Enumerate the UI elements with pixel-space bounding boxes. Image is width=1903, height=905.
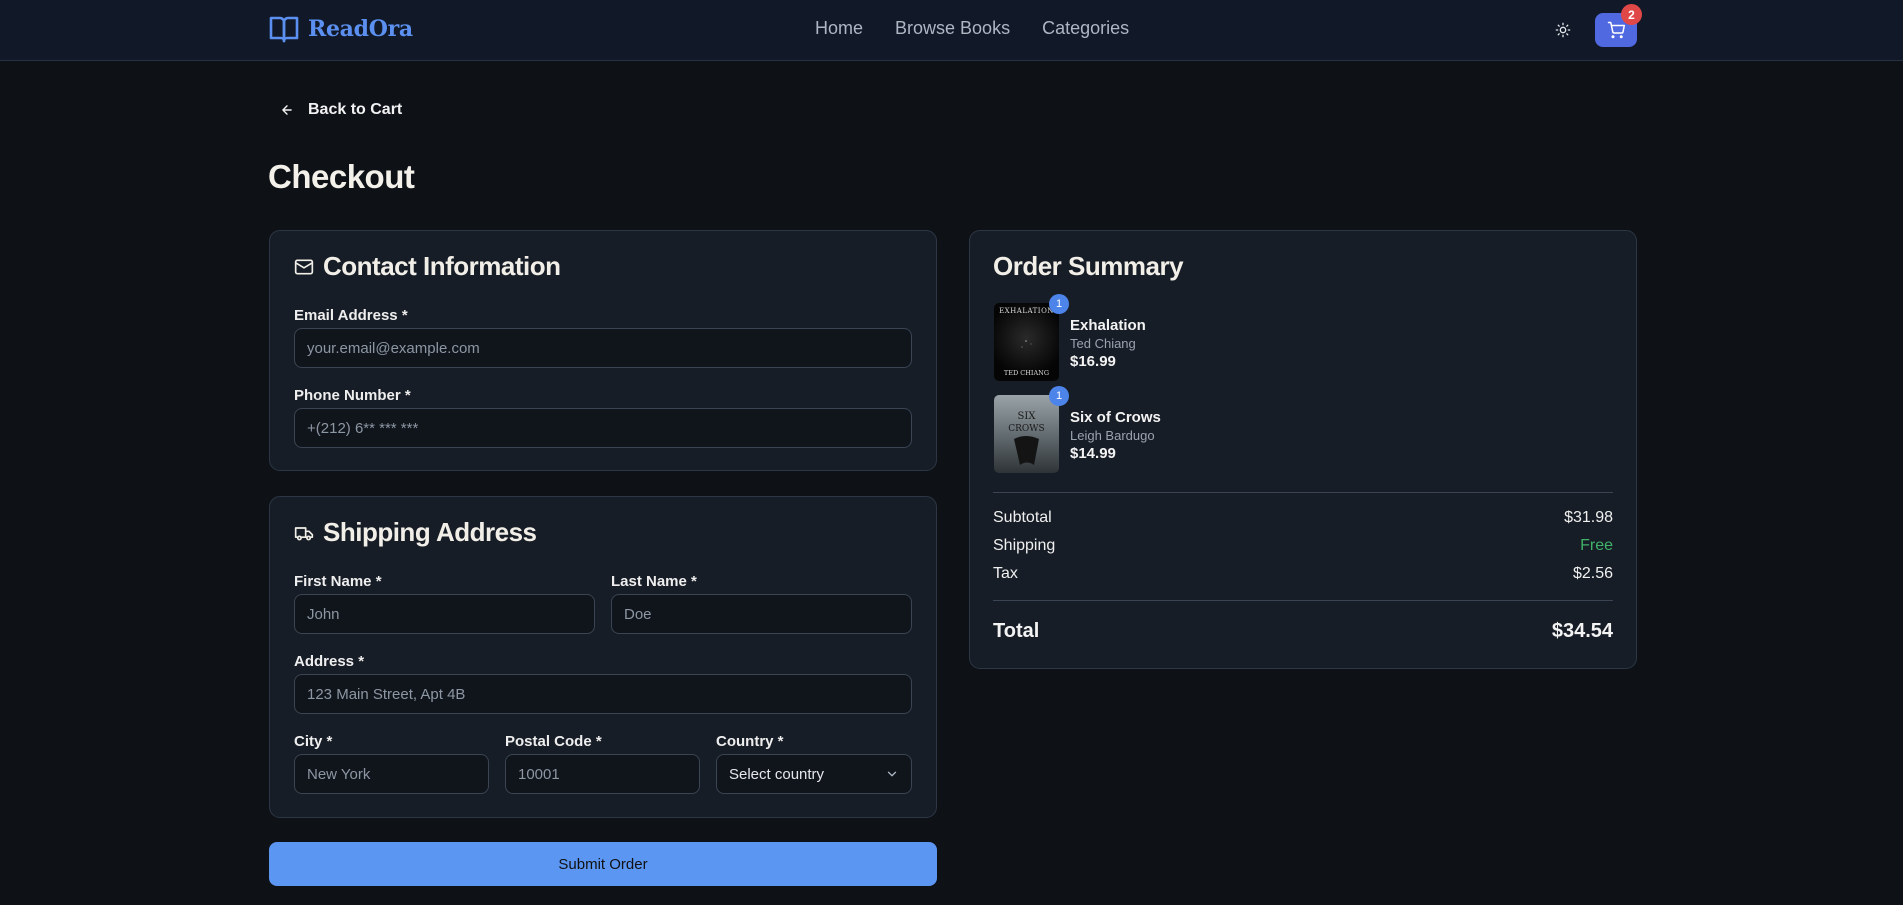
book-cover-six-of-crows: SIX CROWS bbox=[994, 395, 1059, 473]
nav-home[interactable]: Home bbox=[815, 18, 863, 39]
item-quantity-badge: 1 bbox=[1049, 386, 1069, 406]
first-name-label: First Name * bbox=[294, 573, 382, 590]
shipping-address-title: Shipping Address bbox=[323, 517, 537, 547]
tax-label: Tax bbox=[993, 565, 1018, 582]
svg-text:SIX: SIX bbox=[1018, 411, 1037, 422]
shipping-address-heading: Shipping Address bbox=[294, 517, 537, 548]
order-summary-card: Order Summary EXHALATION TED CHIANG 1 Ex… bbox=[969, 230, 1637, 669]
email-field[interactable]: your.email@example.com bbox=[294, 328, 912, 368]
brand-name: ReadOra bbox=[308, 16, 413, 42]
country-label: Country * bbox=[716, 733, 784, 750]
city-field[interactable]: New York bbox=[294, 754, 489, 794]
last-name-field[interactable]: Doe bbox=[611, 594, 912, 634]
summary-divider bbox=[993, 492, 1613, 493]
svg-text:CROWS: CROWS bbox=[1008, 424, 1044, 434]
item-author: Leigh Bardugo bbox=[1070, 428, 1155, 443]
subtotal-value: $31.98 bbox=[1564, 509, 1613, 526]
item-quantity-badge: 1 bbox=[1049, 294, 1069, 314]
subtotal-label: Subtotal bbox=[993, 509, 1052, 526]
contact-information-title: Contact Information bbox=[323, 251, 561, 281]
arrow-left-icon bbox=[282, 105, 292, 115]
contact-information-card: Contact Information Email Address * your… bbox=[269, 230, 937, 471]
page-title: Checkout bbox=[268, 158, 415, 195]
back-to-cart-link[interactable]: Back to Cart bbox=[280, 101, 402, 119]
item-price: $16.99 bbox=[1070, 353, 1116, 370]
back-to-cart-label: Back to Cart bbox=[308, 101, 403, 118]
truck-icon bbox=[294, 526, 314, 540]
phone-label: Phone Number * bbox=[294, 387, 411, 404]
sun-icon bbox=[1555, 22, 1571, 38]
item-price: $14.99 bbox=[1070, 445, 1116, 462]
country-select[interactable]: Select country bbox=[716, 754, 912, 794]
total-label: Total bbox=[993, 620, 1040, 642]
nav-categories[interactable]: Categories bbox=[1042, 18, 1129, 39]
total-value: $34.54 bbox=[1551, 620, 1613, 642]
item-author: Ted Chiang bbox=[1070, 336, 1136, 351]
main-nav: Home Browse Books Categories bbox=[815, 18, 1129, 39]
mail-icon bbox=[294, 259, 314, 274]
svg-text:TED CHIANG: TED CHIANG bbox=[1004, 369, 1049, 377]
cart-icon bbox=[1607, 21, 1625, 39]
book-cover-exhalation: EXHALATION TED CHIANG bbox=[994, 303, 1059, 381]
phone-field[interactable]: +(212) 6** *** *** bbox=[294, 408, 912, 448]
order-summary-title: Order Summary bbox=[993, 251, 1184, 281]
country-select-value: Select country bbox=[729, 765, 825, 783]
shipping-value: Free bbox=[1580, 537, 1613, 554]
summary-divider bbox=[993, 600, 1613, 601]
contact-information-heading: Contact Information bbox=[294, 251, 561, 282]
nav-browse-books[interactable]: Browse Books bbox=[895, 18, 1010, 39]
last-name-label: Last Name * bbox=[611, 573, 697, 590]
chevron-down-icon bbox=[887, 771, 897, 777]
first-name-field[interactable]: John bbox=[294, 594, 595, 634]
postal-code-field[interactable]: 10001 bbox=[505, 754, 700, 794]
postal-code-label: Postal Code * bbox=[505, 733, 602, 750]
submit-order-button[interactable]: Submit Order bbox=[269, 842, 937, 886]
shipping-label: Shipping bbox=[993, 537, 1056, 554]
book-open-icon bbox=[269, 16, 299, 43]
city-label: City * bbox=[294, 733, 333, 750]
top-navbar: ReadOra Home Browse Books Categories 2 bbox=[0, 0, 1903, 61]
item-title: Six of Crows bbox=[1070, 409, 1161, 426]
cart-count-badge: 2 bbox=[1621, 4, 1642, 25]
email-label: Email Address * bbox=[294, 307, 408, 324]
tax-value: $2.56 bbox=[1572, 565, 1613, 582]
address-field[interactable]: 123 Main Street, Apt 4B bbox=[294, 674, 912, 714]
brand-logo[interactable]: ReadOra bbox=[268, 14, 413, 44]
address-label: Address * bbox=[294, 653, 365, 670]
item-title: Exhalation bbox=[1070, 317, 1146, 334]
shipping-address-card: Shipping Address First Name * John Last … bbox=[269, 496, 937, 818]
theme-toggle-button[interactable] bbox=[1551, 18, 1575, 42]
svg-text:EXHALATION: EXHALATION bbox=[999, 307, 1054, 315]
